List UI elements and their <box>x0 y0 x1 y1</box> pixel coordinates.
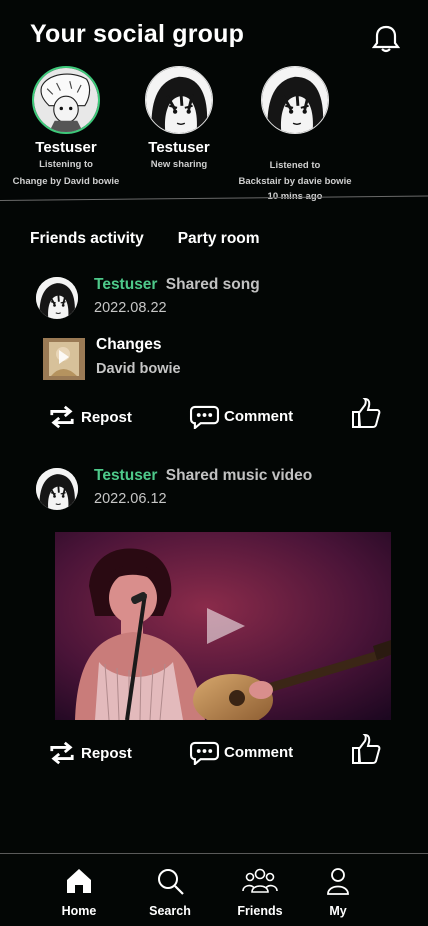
avatar[interactable] <box>32 66 100 134</box>
nav-item-home[interactable]: Home <box>44 864 114 918</box>
story-item[interactable]: Testuser New sharing <box>114 66 244 173</box>
nav-item-my[interactable]: My <box>303 864 373 918</box>
comment-icon <box>189 740 220 765</box>
avatar[interactable] <box>145 66 213 134</box>
friends-icon <box>242 868 278 893</box>
nav-item-friends[interactable]: Friends <box>225 864 295 918</box>
repost-button[interactable]: Repost <box>47 404 132 430</box>
post-date: 2022.08.22 <box>94 300 167 316</box>
video-player[interactable] <box>55 532 391 720</box>
page-title: Your social group <box>30 20 245 48</box>
like-icon[interactable] <box>350 398 382 430</box>
repost-label: Repost <box>81 744 132 762</box>
divider <box>0 195 428 201</box>
tab-friends-activity[interactable]: Friends activity <box>30 230 144 248</box>
nav-label: Home <box>61 904 97 918</box>
nav-divider <box>0 853 428 854</box>
post-action: Shared music video <box>165 467 313 484</box>
nav-label: My <box>329 904 347 918</box>
avatar[interactable] <box>261 66 329 134</box>
story-item[interactable]: Testuser Listening to Change by David bo… <box>1 66 131 190</box>
comment-label: Comment <box>224 744 294 761</box>
story-status: Backstair by davie bowie <box>238 176 352 187</box>
post-header: Testuser Shared song <box>94 276 260 294</box>
avatar[interactable] <box>36 277 78 319</box>
tab-party-room[interactable]: Party room <box>178 230 260 248</box>
comment-icon <box>189 404 220 429</box>
post-header: Testuser Shared music video <box>94 467 312 485</box>
post-user-name[interactable]: Testuser <box>94 276 157 293</box>
story-status: Listened to <box>269 160 321 171</box>
avatar[interactable] <box>36 468 78 510</box>
repost-icon <box>47 740 77 766</box>
story-user-name: Testuser <box>148 139 210 156</box>
story-status: Listening to <box>39 159 93 170</box>
search-icon <box>158 869 184 895</box>
bell-icon[interactable] <box>372 24 400 54</box>
nav-label: Search <box>149 904 191 918</box>
repost-icon <box>47 404 77 430</box>
comment-button[interactable]: Comment <box>189 740 293 765</box>
repost-button[interactable]: Repost <box>47 740 132 766</box>
song-artist: David bowie <box>96 361 181 377</box>
post-action: Shared song <box>165 276 260 293</box>
story-status: New sharing <box>150 159 208 170</box>
story-item[interactable]: Listened to Backstair by davie bowie 10 … <box>230 66 360 203</box>
comment-button[interactable]: Comment <box>189 404 293 429</box>
nav-label: Friends <box>237 904 283 918</box>
story-user-name: Testuser <box>35 139 97 156</box>
song-title[interactable]: Changes <box>96 336 161 354</box>
tab-bar: Friends activity Party room <box>30 230 260 248</box>
home-icon <box>67 869 91 893</box>
song-thumbnail[interactable] <box>43 338 85 380</box>
story-status: Change by David bowie <box>12 176 120 187</box>
nav-item-search[interactable]: Search <box>135 864 205 918</box>
comment-label: Comment <box>224 408 294 425</box>
post-user-name[interactable]: Testuser <box>94 467 157 484</box>
profile-icon <box>327 868 349 895</box>
like-icon[interactable] <box>350 734 382 766</box>
post-date: 2022.06.12 <box>94 491 167 507</box>
story-user-name <box>230 139 360 157</box>
repost-label: Repost <box>81 408 132 426</box>
